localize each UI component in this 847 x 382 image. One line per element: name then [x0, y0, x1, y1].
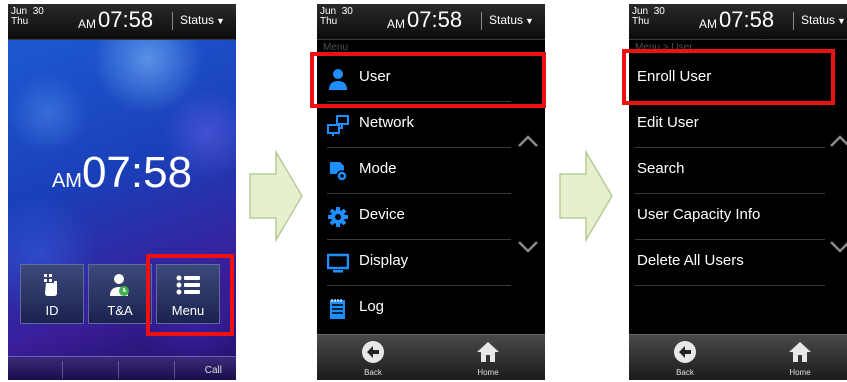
flow-arrow-icon [249, 150, 303, 242]
menu-item-label: Mode [359, 160, 397, 177]
list-icon [157, 273, 219, 297]
back-label: Back [676, 368, 694, 377]
status-ampm: AM [387, 17, 405, 31]
menu-item-label: Device [359, 206, 405, 223]
back-arrow-icon [674, 341, 696, 363]
home-icon [789, 342, 811, 362]
back-label: Back [364, 368, 382, 377]
status-dropdown[interactable]: Status ▼ [489, 13, 534, 27]
scroll-up-icon[interactable] [829, 134, 847, 148]
network-icon [327, 115, 349, 136]
monitor-icon [327, 253, 349, 273]
home-screen: Jun 30 Thu AM 07:58 Status ▼ AM07:58 ID T… [8, 4, 236, 380]
nav-bar: Back Home [317, 334, 545, 380]
status-ampm: AM [78, 17, 96, 31]
status-ampm: AM [699, 17, 717, 31]
menu-item-log[interactable]: Log [317, 286, 545, 332]
menu-item-network[interactable]: Network [317, 102, 545, 148]
breadcrumb: Menu > User [635, 42, 693, 53]
status-day: Thu [320, 16, 338, 27]
menu-item-label: Search [637, 160, 685, 177]
status-divider [172, 12, 173, 30]
notepad-icon [330, 299, 345, 319]
menu-item-display[interactable]: Display [317, 240, 545, 286]
menu-item-label: Display [359, 252, 409, 269]
status-time: 07:58 [407, 7, 463, 32]
strip-divider [174, 361, 175, 379]
status-day: Thu [11, 16, 29, 27]
scroll-down-icon[interactable] [517, 240, 539, 254]
menu-item-user[interactable]: User [317, 56, 545, 102]
back-button[interactable]: Back [343, 335, 403, 380]
home-label: Home [789, 368, 811, 377]
menu-item-label: Network [359, 114, 415, 131]
id-button[interactable]: ID [20, 264, 84, 324]
menu-item-user-capacity-info[interactable]: User Capacity Info [629, 194, 847, 240]
back-arrow-icon [362, 341, 384, 363]
menu-item-device[interactable]: Device [317, 194, 545, 240]
menu-button[interactable]: Menu [156, 264, 220, 324]
hand-finger-icon [21, 273, 83, 297]
menu-item-label: Log [359, 298, 385, 315]
flow-arrow-icon [559, 150, 613, 242]
status-day: Thu [632, 16, 650, 27]
status-dropdown[interactable]: Status ▼ [180, 13, 225, 27]
breadcrumb: Menu [323, 42, 349, 53]
home-clock-ampm: AM [51, 170, 82, 192]
status-bar: Jun 30 Thu AM 07:58 Status ▼ [8, 4, 236, 40]
caret-down-icon: ▼ [216, 16, 225, 26]
id-button-label: ID [45, 303, 59, 318]
status-bar: Jun 30 Thu AM 07:58 Status ▼ [629, 4, 847, 40]
mode-icon [330, 162, 348, 182]
tutorial-stage: Jun 30 Thu AM 07:58 Status ▼ AM07:58 ID T… [0, 0, 847, 382]
status-bar: Jun 30 Thu AM 07:58 Status ▼ [317, 4, 545, 40]
status-dropdown[interactable]: Status ▼ [801, 13, 846, 27]
user-menu-screen: Jun 30 Thu AM 07:58 Status ▼ Menu > User … [629, 4, 847, 380]
bottom-strip: Call [8, 356, 236, 380]
ta-button[interactable]: T&A [88, 264, 152, 324]
divider [635, 285, 825, 286]
back-button[interactable]: Back [655, 335, 715, 380]
status-time: 07:58 [98, 7, 154, 32]
menu-item-enroll-user[interactable]: Enroll User [629, 56, 847, 102]
call-button[interactable]: Call [205, 365, 222, 376]
menu-item-search[interactable]: Search [629, 148, 847, 194]
menu-item-mode[interactable]: Mode [317, 148, 545, 194]
menu-button-label: Menu [171, 303, 205, 318]
user-icon [329, 69, 347, 90]
menu-item-edit-user[interactable]: Edit User [629, 102, 847, 148]
status-time: 07:58 [719, 7, 775, 32]
menu-item-label: Enroll User [637, 68, 712, 85]
home-icon [477, 342, 499, 362]
gear-icon [328, 207, 348, 227]
strip-divider [62, 361, 63, 379]
menu-item-label: User Capacity Info [637, 206, 761, 223]
menu-screen: Jun 30 Thu AM 07:58 Status ▼ Menu User Ne… [317, 4, 545, 380]
caret-down-icon: ▼ [837, 16, 846, 26]
scroll-up-icon[interactable] [517, 134, 539, 148]
menu-item-label: Edit User [637, 114, 699, 131]
menu-item-delete-all-users[interactable]: Delete All Users [629, 240, 847, 286]
menu-item-label: Delete All Users [637, 252, 744, 269]
home-clock-time: 07:58 [81, 148, 193, 197]
caret-down-icon: ▼ [525, 16, 534, 26]
user-clock-icon [89, 273, 151, 297]
home-button[interactable]: Home [458, 335, 518, 380]
scroll-down-icon[interactable] [829, 240, 847, 254]
home-clock: AM07:58 [8, 148, 236, 198]
strip-divider [118, 361, 119, 379]
ta-button-label: T&A [107, 303, 133, 318]
home-label: Home [477, 368, 499, 377]
status-divider [793, 12, 794, 30]
status-divider [481, 12, 482, 30]
nav-bar: Back Home [629, 334, 847, 380]
menu-item-label: User [359, 68, 391, 85]
home-button[interactable]: Home [770, 335, 830, 380]
